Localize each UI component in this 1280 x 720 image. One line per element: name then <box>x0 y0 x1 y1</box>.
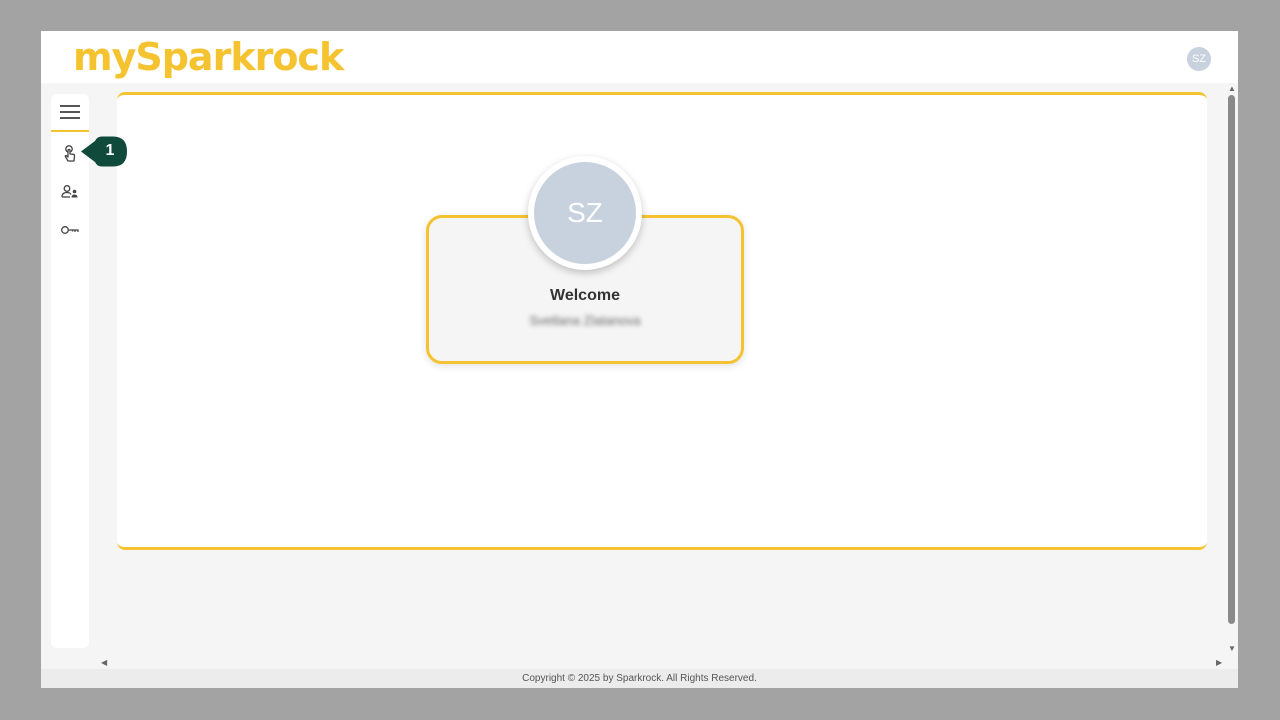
vertical-scrollbar[interactable]: ▲ ▼ <box>1226 83 1238 657</box>
callout-number: 1 <box>105 142 115 159</box>
scroll-right-arrow-icon[interactable]: ▶ <box>1216 659 1222 667</box>
footer: Copyright © 2025 by Sparkrock. All Right… <box>41 669 1238 688</box>
hamburger-icon[interactable] <box>51 94 89 132</box>
scroll-down-arrow-icon[interactable]: ▼ <box>1228 645 1236 653</box>
scroll-up-arrow-icon[interactable]: ▲ <box>1228 85 1236 93</box>
scrollbar-thumb[interactable] <box>1228 95 1235 624</box>
user-avatar-button[interactable]: SZ <box>1187 47 1211 71</box>
profile-avatar-initials: SZ <box>534 162 636 264</box>
profile-avatar: SZ <box>528 156 642 270</box>
user-name: Svetlana Zlatanova <box>529 313 641 328</box>
key-icon[interactable] <box>60 220 80 240</box>
scroll-left-arrow-icon[interactable]: ◀ <box>101 659 107 667</box>
top-bar: mySparkrock SZ <box>41 31 1238 83</box>
touch-icon[interactable] <box>60 144 80 164</box>
logo[interactable]: mySparkrock <box>73 34 344 80</box>
app-window: mySparkrock SZ SZ Welcome Svetlana Zlata… <box>41 31 1238 688</box>
welcome-label: Welcome <box>550 287 620 304</box>
sidebar <box>51 94 89 648</box>
horizontal-scrollbar[interactable]: ◀ ▶ <box>99 657 1226 669</box>
user-manage-icon[interactable] <box>60 182 80 202</box>
